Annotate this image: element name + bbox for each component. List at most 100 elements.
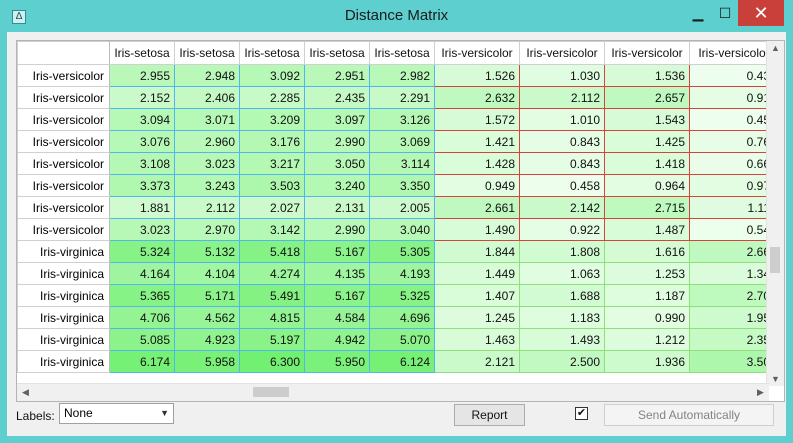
matrix-cell[interactable]: 2.142 — [519, 196, 605, 219]
matrix-cell[interactable]: 0.843 — [519, 130, 605, 153]
matrix-cell[interactable]: 1.449 — [434, 262, 520, 285]
matrix-cell[interactable]: 0.54 — [689, 218, 775, 241]
matrix-cell[interactable]: 2.112 — [174, 196, 240, 219]
matrix-cell[interactable]: 5.070 — [369, 328, 435, 351]
matrix-cell[interactable]: 4.815 — [239, 306, 305, 329]
matrix-cell[interactable]: 6.124 — [369, 350, 435, 373]
horizontal-scrollbar[interactable]: ◀ ▶ — [17, 383, 769, 401]
matrix-cell[interactable]: 1.187 — [604, 284, 690, 307]
row-header[interactable]: Iris-versicolor — [17, 218, 110, 241]
matrix-cell[interactable]: 1.030 — [519, 64, 605, 87]
matrix-cell[interactable]: 5.171 — [174, 284, 240, 307]
matrix-cell[interactable]: 3.040 — [369, 218, 435, 241]
matrix-cell[interactable]: 2.657 — [604, 86, 690, 109]
row-header[interactable]: Iris-versicolor — [17, 130, 110, 153]
row-header[interactable]: Iris-versicolor — [17, 108, 110, 131]
matrix-cell[interactable]: 3.023 — [109, 218, 175, 241]
horizontal-scroll-thumb[interactable] — [253, 387, 289, 397]
matrix-cell[interactable]: 4.584 — [304, 306, 370, 329]
row-header[interactable]: Iris-virginica — [17, 306, 110, 329]
matrix-cell[interactable]: 2.131 — [304, 196, 370, 219]
matrix-cell[interactable]: 2.970 — [174, 218, 240, 241]
matrix-cell[interactable]: 1.536 — [604, 64, 690, 87]
matrix-cell[interactable]: 2.715 — [604, 196, 690, 219]
matrix-cell[interactable]: 2.70 — [689, 284, 775, 307]
matrix-cell[interactable]: 4.135 — [304, 262, 370, 285]
matrix-cell[interactable]: 0.45 — [689, 108, 775, 131]
scroll-down-icon[interactable]: ▼ — [767, 374, 784, 384]
column-header[interactable]: Iris-versicolor — [604, 41, 690, 65]
matrix-cell[interactable]: 5.085 — [109, 328, 175, 351]
matrix-cell[interactable]: 2.632 — [434, 86, 520, 109]
row-header[interactable]: Iris-virginica — [17, 240, 110, 263]
matrix-cell[interactable]: 3.126 — [369, 108, 435, 131]
row-header[interactable]: Iris-virginica — [17, 328, 110, 351]
matrix-cell[interactable]: 1.881 — [109, 196, 175, 219]
matrix-cell[interactable]: 0.458 — [519, 174, 605, 197]
matrix-cell[interactable]: 4.942 — [304, 328, 370, 351]
matrix-cell[interactable]: 6.174 — [109, 350, 175, 373]
maximize-icon[interactable]: ☐ — [712, 0, 738, 26]
row-header[interactable]: Iris-virginica — [17, 262, 110, 285]
matrix-cell[interactable]: 3.108 — [109, 152, 175, 175]
matrix-cell[interactable]: 0.76 — [689, 130, 775, 153]
matrix-cell[interactable]: 5.491 — [239, 284, 305, 307]
matrix-cell[interactable]: 4.923 — [174, 328, 240, 351]
matrix-cell[interactable]: 1.808 — [519, 240, 605, 263]
close-icon[interactable]: ✕ — [738, 0, 784, 26]
matrix-cell[interactable]: 2.951 — [304, 64, 370, 87]
matrix-cell[interactable]: 3.092 — [239, 64, 305, 87]
matrix-cell[interactable]: 0.949 — [434, 174, 520, 197]
matrix-cell[interactable]: 6.300 — [239, 350, 305, 373]
matrix-cell[interactable]: 1.526 — [434, 64, 520, 87]
matrix-cell[interactable]: 3.023 — [174, 152, 240, 175]
matrix-cell[interactable]: 0.66 — [689, 152, 775, 175]
matrix-cell[interactable]: 3.069 — [369, 130, 435, 153]
matrix-cell[interactable]: 3.071 — [174, 108, 240, 131]
matrix-cell[interactable]: 2.152 — [109, 86, 175, 109]
row-header[interactable]: Iris-versicolor — [17, 152, 110, 175]
matrix-cell[interactable]: 1.490 — [434, 218, 520, 241]
matrix-cell[interactable]: 2.027 — [239, 196, 305, 219]
matrix-cell[interactable]: 3.097 — [304, 108, 370, 131]
matrix-cell[interactable]: 3.217 — [239, 152, 305, 175]
matrix-cell[interactable]: 3.076 — [109, 130, 175, 153]
matrix-cell[interactable]: 5.197 — [239, 328, 305, 351]
matrix-cell[interactable]: 0.43 — [689, 64, 775, 87]
column-header[interactable]: Iris-setosa — [109, 41, 175, 65]
matrix-cell[interactable]: 4.164 — [109, 262, 175, 285]
column-header[interactable]: Iris-setosa — [304, 41, 370, 65]
matrix-cell[interactable]: 3.503 — [239, 174, 305, 197]
matrix-cell[interactable]: 2.982 — [369, 64, 435, 87]
matrix-cell[interactable]: 3.373 — [109, 174, 175, 197]
row-header[interactable]: Iris-virginica — [17, 350, 110, 373]
row-header[interactable]: Iris-virginica — [17, 284, 110, 307]
column-header[interactable]: Iris-versicolo — [689, 41, 775, 65]
matrix-cell[interactable]: 1.418 — [604, 152, 690, 175]
matrix-cell[interactable]: 1.844 — [434, 240, 520, 263]
matrix-cell[interactable]: 1.95 — [689, 306, 775, 329]
matrix-cell[interactable]: 3.094 — [109, 108, 175, 131]
matrix-cell[interactable]: 3.240 — [304, 174, 370, 197]
matrix-cell[interactable]: 3.176 — [239, 130, 305, 153]
matrix-cell[interactable]: 2.661 — [434, 196, 520, 219]
matrix-cell[interactable]: 5.950 — [304, 350, 370, 373]
matrix-cell[interactable]: 1.11 — [689, 196, 775, 219]
matrix-cell[interactable]: 5.365 — [109, 284, 175, 307]
matrix-cell[interactable]: 1.688 — [519, 284, 605, 307]
matrix-cell[interactable]: 5.305 — [369, 240, 435, 263]
matrix-cell[interactable]: 3.50 — [689, 350, 775, 373]
matrix-cell[interactable]: 2.990 — [304, 130, 370, 153]
matrix-cell[interactable]: 5.325 — [369, 284, 435, 307]
matrix-cell[interactable]: 5.418 — [239, 240, 305, 263]
matrix-cell[interactable]: 0.91 — [689, 86, 775, 109]
matrix-cell[interactable]: 2.955 — [109, 64, 175, 87]
matrix-cell[interactable]: 2.406 — [174, 86, 240, 109]
matrix-cell[interactable]: 2.990 — [304, 218, 370, 241]
vertical-scroll-thumb[interactable] — [770, 247, 780, 273]
minimize-icon[interactable]: ▁ — [685, 0, 711, 26]
title-bar[interactable]: ∆ Distance Matrix ▁ ☐ ✕ — [0, 0, 793, 32]
matrix-cell[interactable]: 5.167 — [304, 240, 370, 263]
matrix-cell[interactable]: 0.922 — [519, 218, 605, 241]
matrix-cell[interactable]: 1.428 — [434, 152, 520, 175]
